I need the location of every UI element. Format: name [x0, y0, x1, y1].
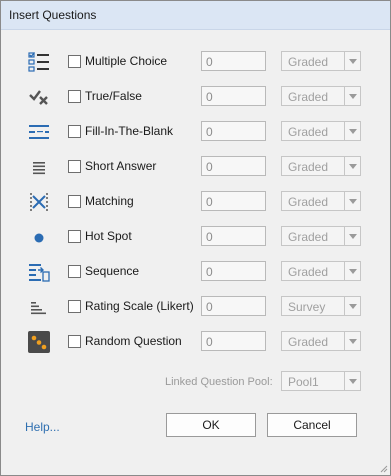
chevron-down-icon: [344, 297, 360, 315]
matching-label: Matching: [85, 194, 134, 208]
true-false-checkbox[interactable]: [68, 90, 81, 103]
insert-questions-dialog: Insert Questions Multiple Choice 0 Grade…: [0, 0, 391, 476]
true-false-icon: [27, 85, 51, 109]
hot-spot-label: Hot Spot: [85, 229, 132, 243]
fill-in-the-blank-label: Fill-In-The-Blank: [85, 124, 174, 138]
rating-scale-icon: [27, 295, 51, 319]
rating-scale-grading-value: Survey: [288, 300, 326, 314]
multiple-choice-checkbox[interactable]: [68, 55, 81, 68]
linked-question-pool-label: Linked Question Pool:: [165, 376, 273, 388]
chevron-down-icon: [344, 332, 360, 350]
question-row-rating-scale: Rating Scale (Likert) 0 Survey: [5, 295, 386, 319]
chevron-down-icon: [344, 372, 360, 390]
true-false-grading-value: Graded: [288, 90, 329, 104]
matching-checkbox[interactable]: [68, 195, 81, 208]
short-answer-icon: [27, 155, 51, 179]
random-question-icon: [27, 330, 51, 354]
question-row-matching: Matching 0 Graded: [5, 190, 386, 214]
sequence-checkbox[interactable]: [68, 265, 81, 278]
fill-in-the-blank-icon: [27, 120, 51, 144]
matching-grading-select[interactable]: Graded: [281, 191, 361, 211]
multiple-choice-grading-value: Graded: [288, 55, 329, 69]
chevron-down-icon: [344, 87, 360, 105]
chevron-down-icon: [344, 52, 360, 70]
random-question-checkbox[interactable]: [68, 335, 81, 348]
multiple-choice-icon: [27, 50, 51, 74]
short-answer-grading-select[interactable]: Graded: [281, 156, 361, 176]
cancel-button[interactable]: Cancel: [267, 413, 357, 437]
chevron-down-icon: [344, 122, 360, 140]
resize-grip-icon[interactable]: [378, 463, 388, 473]
random-question-count-field[interactable]: 0: [201, 331, 266, 351]
question-row-sequence: Sequence 0 Graded: [5, 260, 386, 284]
sequence-count-field[interactable]: 0: [201, 261, 266, 281]
sequence-label: Sequence: [85, 264, 140, 278]
question-row-fill-in-the-blank: Fill-In-The-Blank 0 Graded: [5, 120, 386, 144]
question-row-random-question: Random Question 0 Graded: [5, 330, 386, 354]
matching-grading-value: Graded: [288, 195, 329, 209]
rating-scale-checkbox[interactable]: [68, 300, 81, 313]
linked-question-pool-value: Pool1: [288, 375, 319, 389]
sequence-grading-value: Graded: [288, 265, 329, 279]
hot-spot-icon: [27, 225, 51, 249]
random-question-grading-value: Graded: [288, 335, 329, 349]
chevron-down-icon: [344, 227, 360, 245]
hot-spot-grading-value: Graded: [288, 230, 329, 244]
ok-button[interactable]: OK: [166, 413, 256, 437]
fill-in-the-blank-count-field[interactable]: 0: [201, 121, 266, 141]
random-question-label: Random Question: [85, 334, 182, 348]
short-answer-label: Short Answer: [85, 159, 157, 173]
random-question-grading-select[interactable]: Graded: [281, 331, 361, 351]
question-row-hot-spot: Hot Spot 0 Graded: [5, 225, 386, 249]
hot-spot-grading-select[interactable]: Graded: [281, 226, 361, 246]
sequence-icon: [27, 260, 51, 284]
help-link[interactable]: Help...: [25, 420, 60, 434]
rating-scale-label: Rating Scale (Likert): [85, 299, 194, 313]
dialog-body: Multiple Choice 0 Graded True/False 0 Gr…: [5, 30, 386, 471]
chevron-down-icon: [344, 262, 360, 280]
fill-in-the-blank-checkbox[interactable]: [68, 125, 81, 138]
dialog-title: Insert Questions: [9, 8, 97, 22]
short-answer-grading-value: Graded: [288, 160, 329, 174]
short-answer-checkbox[interactable]: [68, 160, 81, 173]
multiple-choice-count-field[interactable]: 0: [201, 51, 266, 71]
fill-in-the-blank-grading-value: Graded: [288, 125, 329, 139]
hot-spot-checkbox[interactable]: [68, 230, 81, 243]
question-row-short-answer: Short Answer 0 Graded: [5, 155, 386, 179]
short-answer-count-field[interactable]: 0: [201, 156, 266, 176]
sequence-grading-select[interactable]: Graded: [281, 261, 361, 281]
question-row-multiple-choice: Multiple Choice 0 Graded: [5, 50, 386, 74]
chevron-down-icon: [344, 192, 360, 210]
chevron-down-icon: [344, 157, 360, 175]
title-bar: Insert Questions: [1, 1, 390, 30]
linked-question-pool-select[interactable]: Pool1: [281, 371, 361, 391]
rating-scale-count-field[interactable]: 0: [201, 296, 266, 316]
multiple-choice-label: Multiple Choice: [85, 54, 168, 68]
multiple-choice-grading-select[interactable]: Graded: [281, 51, 361, 71]
matching-count-field[interactable]: 0: [201, 191, 266, 211]
rating-scale-grading-select[interactable]: Survey: [281, 296, 361, 316]
true-false-grading-select[interactable]: Graded: [281, 86, 361, 106]
true-false-label: True/False: [85, 89, 142, 103]
fill-in-the-blank-grading-select[interactable]: Graded: [281, 121, 361, 141]
hot-spot-count-field[interactable]: 0: [201, 226, 266, 246]
question-row-true-false: True/False 0 Graded: [5, 85, 386, 109]
matching-icon: [27, 190, 51, 214]
true-false-count-field[interactable]: 0: [201, 86, 266, 106]
